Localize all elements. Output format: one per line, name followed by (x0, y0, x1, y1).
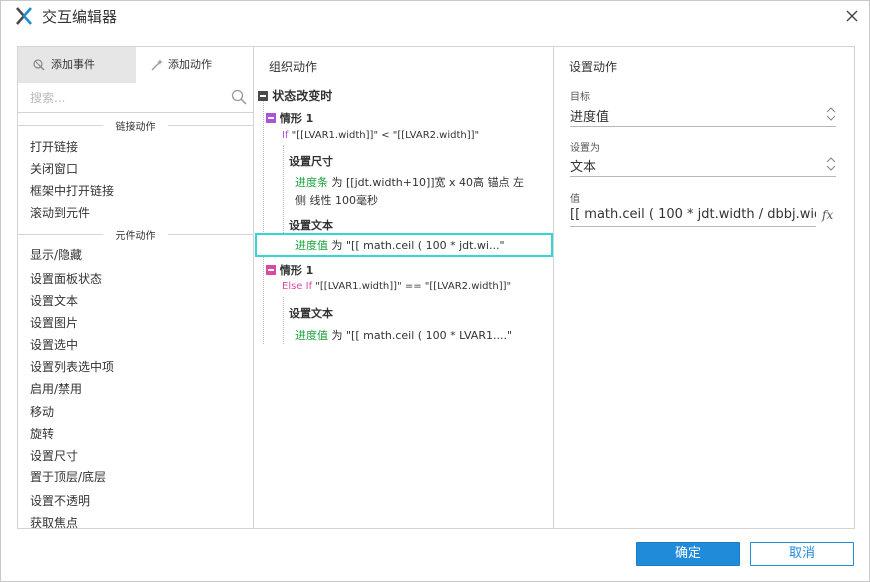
case-condition[interactable]: Else If "[[LVAR1.width]]" == "[[LVAR2.wi… (282, 281, 511, 292)
case-condition[interactable]: If "[[LVAR1.width]]" < "[[LVAR2.width]]" (282, 130, 479, 141)
action-detail-cont: 侧 线性 100毫秒 (295, 194, 378, 207)
action-target: 进度值 (295, 329, 328, 342)
action-library-panel: 添加事件 添加动作 链接动作 (18, 47, 254, 528)
section-title: 链接动作 (111, 122, 160, 133)
tree-guide-line (283, 145, 284, 245)
action-target: 进度值 (295, 239, 328, 252)
tab-add-action-label: 添加动作 (168, 58, 212, 71)
organize-actions-panel: 组织动作 状态改变时 情形 1 If "[[LVAR1.width]]" < "… (254, 47, 554, 528)
collapse-icon[interactable] (266, 265, 276, 275)
action-title[interactable]: 设置文本 (289, 305, 333, 321)
condition-keyword: If (282, 130, 289, 141)
app-logo-icon (16, 7, 32, 25)
target-value: 进度值 (570, 110, 610, 125)
action-rotate[interactable]: 旋转 (30, 425, 54, 442)
event-name: 状态改变时 (272, 89, 333, 103)
chevron-updown-icon (826, 107, 836, 121)
action-title[interactable]: 设置尺寸 (289, 153, 333, 169)
action-set-text[interactable]: 设置文本 (30, 292, 78, 309)
action-set-size[interactable]: 设置尺寸 (30, 447, 78, 464)
action-set-image[interactable]: 设置图片 (30, 314, 78, 331)
left-tabs: 添加事件 添加动作 (18, 47, 253, 83)
action-title[interactable]: 设置文本 (289, 217, 333, 233)
target-select[interactable]: 进度值 (570, 103, 836, 127)
organize-actions-header: 组织动作 (269, 60, 318, 74)
action-scroll-to-widget[interactable]: 滚动到元件 (30, 204, 90, 221)
target-label: 目标 (570, 92, 590, 103)
condition-text: "[[LVAR1.width]]" < "[[LVAR2.width]]" (291, 130, 480, 141)
action-detail[interactable]: 进度值 为 "[[ math.ceil ( 100 * LVAR1...." (295, 327, 512, 343)
title-bar: 交互编辑器 (1, 1, 869, 32)
section-widget-actions: 元件动作 (18, 227, 253, 242)
case-name: 情形 1 (279, 112, 314, 125)
set-to-label: 设置为 (570, 143, 600, 154)
value-input[interactable]: [[ math.ceil ( 100 * jdt.width / dbbj.wi… (570, 205, 816, 227)
ok-button[interactable]: 确定 (636, 542, 740, 566)
action-set-panel-state[interactable]: 设置面板状态 (30, 270, 102, 287)
action-set-selected[interactable]: 设置选中 (30, 336, 78, 353)
section-link-actions: 链接动作 (18, 118, 253, 133)
tab-add-event[interactable]: 添加事件 (18, 47, 136, 83)
tab-add-event-label: 添加事件 (51, 58, 95, 71)
action-enable-disable[interactable]: 启用/禁用 (30, 380, 82, 397)
case-node[interactable]: 情形 1 (266, 262, 313, 278)
editor-panels: 添加事件 添加动作 链接动作 (17, 46, 855, 529)
set-to-select[interactable]: 文本 (570, 153, 836, 177)
condition-keyword: Else If (282, 281, 313, 292)
action-set-list-selected[interactable]: 设置列表选中项 (30, 358, 114, 375)
case-name: 情形 1 (279, 264, 314, 277)
value-text: [[ math.ceil ( 100 * jdt.width / dbbj.wi… (570, 207, 816, 222)
action-detail-selected[interactable]: 进度值 为 "[[ math.ceil ( 100 * jdt.wi..." (295, 237, 505, 253)
tab-add-action[interactable]: 添加动作 (136, 47, 253, 83)
event-node[interactable]: 状态改变时 (258, 87, 332, 104)
configure-action-header: 设置动作 (569, 60, 618, 74)
action-set-opacity[interactable]: 设置不透明 (30, 492, 90, 509)
configure-action-panel: 设置动作 目标 进度值 设置为 文本 值 [[ math.ceil ( 100 (554, 47, 854, 528)
fx-icon[interactable]: fx (822, 208, 833, 222)
action-text: 为 [[jdt.width+10]]宽 x 40高 锚点 左 (328, 176, 525, 189)
cancel-button[interactable]: 取消 (750, 542, 854, 566)
case-node[interactable]: 情形 1 (266, 110, 313, 126)
window-title: 交互编辑器 (42, 8, 118, 26)
action-detail[interactable]: 进度条 为 [[jdt.width+10]]宽 x 40高 锚点 左 (295, 174, 524, 190)
add-event-icon (33, 59, 45, 71)
close-icon[interactable] (844, 8, 860, 24)
action-show-hide[interactable]: 显示/隐藏 (30, 246, 82, 263)
condition-text: "[[LVAR1.width]]" == "[[LVAR2.width]]" (315, 281, 512, 292)
search-input[interactable] (28, 88, 228, 108)
chevron-updown-icon (826, 157, 836, 171)
add-action-icon (151, 59, 163, 71)
action-open-link[interactable]: 打开链接 (30, 138, 78, 155)
tree-guide-line (283, 297, 284, 344)
action-text: 为 "[[ math.ceil ( 100 * LVAR1...." (328, 329, 513, 342)
collapse-icon[interactable] (258, 91, 268, 101)
action-focus[interactable]: 获取焦点 (30, 514, 78, 528)
value-label: 值 (570, 194, 580, 205)
action-close-window[interactable]: 关闭窗口 (30, 160, 78, 177)
collapse-icon[interactable] (266, 113, 276, 123)
action-open-in-frame[interactable]: 框架中打开链接 (30, 182, 114, 199)
action-search (18, 85, 253, 113)
section-title: 元件动作 (111, 231, 160, 242)
action-text: 为 "[[ math.ceil ( 100 * jdt.wi..." (328, 239, 505, 252)
action-bring-front-back[interactable]: 置于顶层/底层 (30, 468, 106, 485)
set-to-value: 文本 (570, 160, 597, 175)
interaction-editor-dialog: 交互编辑器 添加事件 添加动作 搜索... 链接动作 打开链接 关闭窗口 框架中… (0, 0, 870, 582)
action-move[interactable]: 移动 (30, 403, 54, 420)
action-target: 进度条 (295, 176, 328, 189)
tree-guide-line (263, 99, 264, 344)
search-icon[interactable] (231, 89, 247, 105)
